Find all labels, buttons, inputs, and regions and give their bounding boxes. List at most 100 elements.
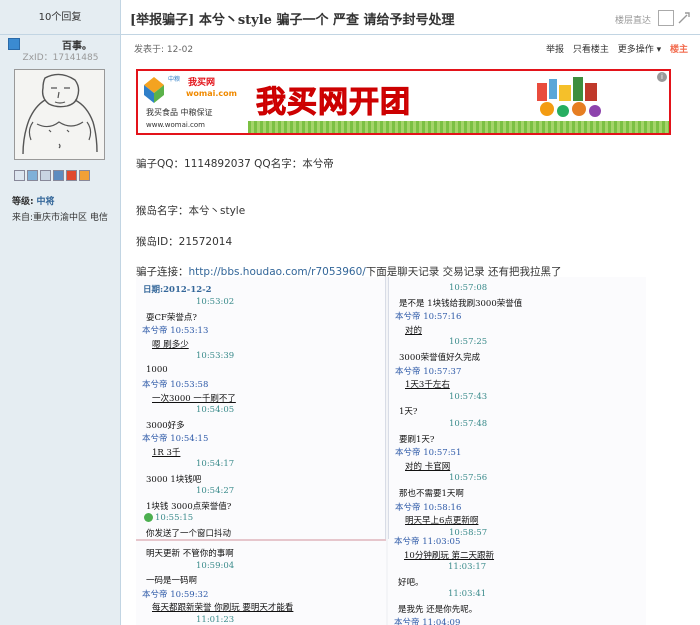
- floor-number[interactable]: 楼主: [670, 45, 688, 55]
- post-line-id: 猴岛ID：21572014: [136, 236, 233, 248]
- chat-margin: [646, 277, 671, 625]
- chat-sender: 本兮帝 10:57:37: [395, 366, 462, 377]
- chat-timestamp: 10:57:48: [449, 419, 488, 429]
- chat-sender: 本兮帝 10:59:32: [142, 589, 209, 600]
- post-line-name: 猴岛名字：本兮丶style: [136, 205, 246, 217]
- user-location: 来自:重庆市渝中区 电信: [12, 213, 108, 223]
- user-action-icons: [14, 170, 114, 184]
- chat-timestamp: 11:03:41: [448, 589, 487, 599]
- post-column: [举报骗子] 本兮丶style 骗子一个 严查 请给予封号处理 楼层直达 发表于…: [121, 0, 700, 625]
- reply-count: 10个回复: [0, 0, 120, 35]
- post-date: 发表于: 12-02: [134, 45, 194, 55]
- floor-jump-go-icon[interactable]: [677, 11, 691, 25]
- chat-date: 日期:2012-12-2: [143, 285, 212, 295]
- qq-icon[interactable]: [66, 170, 77, 181]
- chat-sender: 本兮帝 10:53:58: [142, 380, 209, 390]
- chat-sender: 本兮帝 10:53:13: [142, 326, 209, 336]
- chat-sender: 本兮帝 11:04:09: [394, 618, 461, 625]
- user-zxid: ZxID：17141485: [22, 53, 99, 63]
- chat-message: 对的: [405, 325, 423, 336]
- brand-line2: 我买食品 中粮保证: [146, 107, 213, 117]
- chat-message: 每天都跟新荣誉 你刷玩 要明天才能看: [152, 603, 294, 613]
- brand-domain: womai.com: [186, 89, 237, 98]
- chat-message: 1天3千左右: [405, 380, 450, 391]
- chat-sender: 本兮帝 11:03:05: [394, 537, 461, 547]
- avatar[interactable]: [14, 69, 105, 160]
- chat-timestamp: 10:57:08: [449, 283, 488, 293]
- floor-jump-input[interactable]: [658, 10, 674, 26]
- chat-timestamp: 10:54:05: [196, 405, 235, 415]
- ad-headline: 我买网开团: [256, 85, 411, 121]
- chat-message: 一次3000 一千刷不了: [152, 393, 236, 404]
- avatar-sketch: [15, 70, 104, 159]
- chat-timestamp: 10:53:39: [196, 351, 235, 361]
- thread-title: [举报骗子] 本兮丶style 骗子一个 严查 请给予封号处理: [130, 13, 455, 28]
- chat-message: 1天?: [399, 407, 418, 418]
- chat-message: 是我先 还是你先呢。: [398, 604, 478, 615]
- chat-message: 你发送了一个窗口抖动: [146, 528, 232, 539]
- thread-title-bar: [举报骗子] 本兮丶style 骗子一个 严查 请给予封号处理 楼层直达: [121, 0, 700, 35]
- brand-top: 中粮: [168, 75, 180, 83]
- chat-message: 明天更新 不管你的事啊: [146, 549, 234, 559]
- user-status-icon: [8, 38, 20, 50]
- groceries-illustration: [537, 77, 601, 117]
- chat-message: 3000 1块钱吧: [146, 474, 202, 485]
- post-actions: 举报 只看楼主 更多操作 ▾ 楼主: [540, 42, 688, 55]
- ad-info-icon[interactable]: i: [657, 72, 667, 82]
- chat-message: 要刷1天?: [399, 434, 435, 445]
- message-icon[interactable]: [14, 170, 25, 181]
- gift-icon[interactable]: [79, 170, 90, 181]
- chat-sender: 本兮帝 10:54:15: [142, 434, 209, 444]
- chat-panel-right-lower: 本兮帝 11:03:05 10分钟刷玩 第二天跟新 11:03:17 好吧。 11:03…: [388, 537, 646, 625]
- chat-message: 1块钱 3000点荣誉值?: [146, 501, 232, 512]
- posts-icon[interactable]: [53, 170, 64, 181]
- ad-grass-strip: [248, 121, 669, 133]
- chat-sender: 本兮帝 10:57:16: [395, 312, 462, 323]
- chat-panel-left-lower: 明天更新 不管你的事啊 10:59:04 一码是一码啊本兮帝 10:59:32 每天都…: [136, 539, 386, 625]
- more-actions-menu[interactable]: 更多操作 ▾: [618, 45, 661, 55]
- chat-message: 1000: [146, 364, 168, 375]
- chat-message: 耍CF荣誉点?: [146, 312, 197, 323]
- only-op-link[interactable]: 只看楼主: [573, 45, 609, 55]
- author-sidebar: 10个回复 百事。 ZxID：17141485 等级: 中将 来自:重庆市渝中区…: [0, 0, 121, 625]
- chat-message: 那也不需要1天啊: [399, 489, 464, 499]
- level-label: 等级:: [12, 197, 34, 207]
- chat-message: 1R 3千: [152, 447, 181, 458]
- post-line-qq: 骗子QQ：1114892037 QQ名字：本兮帝: [136, 158, 334, 170]
- chat-message: 3000好多: [146, 420, 185, 431]
- banner-ad[interactable]: 中粮 我买网 womai.com 我买食品 中粮保证 www.womai.com…: [136, 69, 671, 135]
- chat-message: 对的 卡官网: [405, 461, 451, 472]
- chat-message: 嗯 刷多少: [152, 339, 189, 350]
- thread-page: 10个回复 百事。 ZxID：17141485 等级: 中将 来自:重庆市渝中区…: [0, 0, 700, 625]
- chat-panel-left: 日期:2012-12-2 10:53:02 耍CF荣誉点? 本兮帝 10:53:13…: [136, 277, 386, 539]
- chat-timestamp: 10:57:25: [449, 337, 488, 348]
- chat-timestamp: 10:57:56: [449, 473, 488, 484]
- chat-timestamp: 11:03:17: [448, 562, 487, 572]
- chat-timestamp: 10:53:02: [196, 297, 235, 307]
- chat-timestamp: 10:54:27: [196, 486, 235, 496]
- chat-timestamp: 10:57:43: [449, 391, 488, 402]
- brand-name: 我买网: [188, 76, 215, 88]
- user-level: 等级: 中将: [12, 194, 55, 207]
- chat-message: 10分钟刷玩 第二天跟新: [404, 550, 495, 561]
- brand-url: www.womai.com: [146, 121, 205, 129]
- chat-timestamp: 10:54:17: [196, 459, 235, 469]
- check-icon: [144, 513, 153, 522]
- level-value[interactable]: 中将: [36, 197, 54, 207]
- report-link[interactable]: 举报: [546, 45, 564, 55]
- floor-jump-label: 楼层直达: [615, 16, 652, 26]
- chat-log-screenshot: 日期:2012-12-2 10:53:02 耍CF荣誉点? 本兮帝 10:53:13…: [136, 277, 671, 625]
- chat-message: 好吧。: [398, 577, 424, 588]
- chat-sender: 本兮帝 10:58:16: [395, 502, 462, 513]
- chat-panel-right: 10:57:08 是不是 1块钱给我刷3000荣誉值本兮帝 10:57:16 对的 1…: [388, 277, 646, 539]
- chat-message: 是不是 1块钱给我刷3000荣誉值: [399, 298, 523, 309]
- womai-logo: 中粮 我买网 womai.com 我买食品 中粮保证 www.womai.com: [138, 71, 248, 133]
- chat-timestamp: 11:01:23: [196, 614, 235, 625]
- chat-timestamp: 10:59:04: [196, 560, 235, 571]
- chat-message: 明天早上6点更新啊: [405, 516, 479, 527]
- chat-message: 一码是一码啊: [146, 576, 198, 586]
- profile-icon[interactable]: [40, 170, 51, 181]
- chat-timestamp: 10:55:15: [144, 513, 193, 523]
- add-friend-icon[interactable]: [27, 170, 38, 181]
- chat-message: 3000荣誉值好久完成: [399, 353, 481, 363]
